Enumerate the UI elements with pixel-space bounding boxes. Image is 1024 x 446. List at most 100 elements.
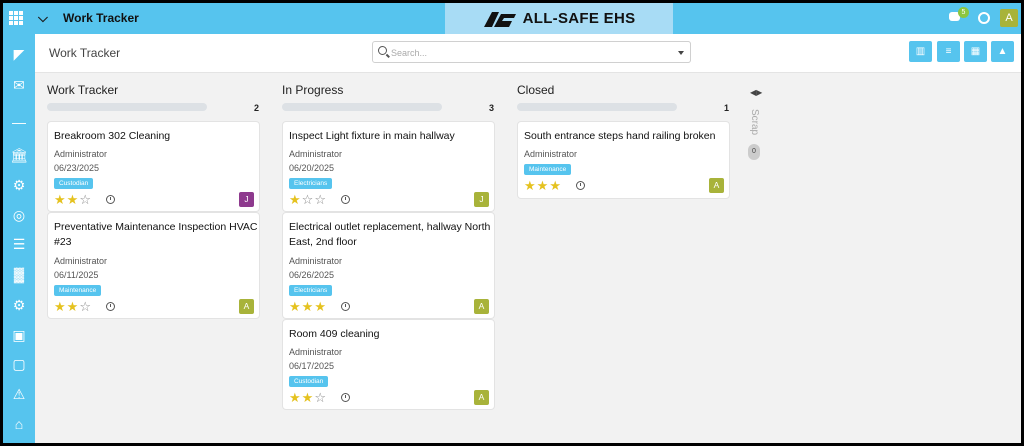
inbox-icon[interactable]: ✉ xyxy=(10,77,28,93)
star-icon: ★ xyxy=(54,192,67,207)
star-icon: ★ xyxy=(536,178,550,193)
gears-icon[interactable]: ⚙ xyxy=(10,177,28,193)
app-window: ⌵ Work Tracker ALL-SAFE EHS 5 A ◤ ✉ — 🏛︎… xyxy=(3,3,1021,443)
card-date: 06/20/2025 xyxy=(289,163,335,173)
star-rating[interactable]: ★★★ xyxy=(289,300,327,313)
clock-icon[interactable] xyxy=(106,195,115,204)
column-title: In Progress xyxy=(282,83,344,97)
brand-name: ALL-SAFE EHS xyxy=(522,10,636,27)
card-tag: Electricians xyxy=(289,285,333,296)
card-title: Breakroom 302 Cleaning xyxy=(54,130,171,142)
card-tag: Maintenance xyxy=(524,164,572,175)
top-bar: ⌵ Work Tracker ALL-SAFE EHS 5 A xyxy=(3,3,1021,34)
card-owner: Administrator xyxy=(289,149,343,159)
column-progress-bar xyxy=(47,103,207,111)
column-count: 3 xyxy=(489,103,495,113)
assignee-avatar[interactable]: A xyxy=(474,299,489,314)
sidebar: ◤ ✉ — 🏛︎ ⚙ ◎ ☰ ▓ ⚙ ▣ ▢ ⚠ ⌂ xyxy=(3,34,35,443)
card-date: 06/23/2025 xyxy=(54,163,100,173)
star-icon: ★ xyxy=(289,299,302,314)
card-owner: Administrator xyxy=(289,256,343,266)
star-icon: ★ xyxy=(549,178,562,193)
search-box[interactable] xyxy=(372,41,691,63)
work-card[interactable]: Electrical outlet replacement, hallway N… xyxy=(282,212,495,319)
calendar-view-button[interactable]: ▦ xyxy=(964,41,987,62)
card-date: 06/26/2025 xyxy=(289,270,335,280)
work-card[interactable]: Preventative Maintenance Inspection HVAC… xyxy=(47,212,260,319)
app-title: Work Tracker xyxy=(63,11,139,25)
search-input[interactable] xyxy=(391,45,671,60)
assignee-avatar[interactable]: J xyxy=(474,192,489,207)
star-outline-icon: ☆ xyxy=(79,192,92,207)
assignee-avatar[interactable]: A xyxy=(709,178,724,193)
star-icon: ★ xyxy=(54,299,67,314)
star-icon: ★ xyxy=(289,192,302,207)
search-dropdown-button[interactable] xyxy=(672,41,691,63)
list-view-button[interactable]: ≡ xyxy=(937,41,960,62)
card-tag: Custodian xyxy=(54,178,94,189)
work-card[interactable]: Room 409 cleaning Administrator 06/17/20… xyxy=(282,319,495,410)
card-title: Electrical outlet replacement, hallway N… xyxy=(289,221,491,248)
star-icon: ★ xyxy=(314,299,327,314)
card-owner: Administrator xyxy=(54,256,108,266)
star-rating[interactable]: ★☆☆ xyxy=(289,193,327,206)
bank-icon[interactable]: ⌂ xyxy=(10,416,28,432)
star-icon: ★ xyxy=(301,390,315,405)
assignee-avatar[interactable]: J xyxy=(239,192,254,207)
work-card[interactable]: Breakroom 302 Cleaning Administrator 06/… xyxy=(47,121,260,212)
brand-banner: ALL-SAFE EHS xyxy=(445,3,673,34)
search-icon xyxy=(378,46,387,55)
scrap-count-badge: 0 xyxy=(748,144,760,160)
target-icon[interactable]: ◎ xyxy=(10,207,28,223)
star-rating[interactable]: ★★☆ xyxy=(289,391,327,404)
star-outline-icon: ☆ xyxy=(79,299,92,314)
star-rating[interactable]: ★★★ xyxy=(524,179,562,192)
user-avatar[interactable]: A xyxy=(1000,9,1018,27)
clock-icon[interactable] xyxy=(978,12,990,24)
column-title: Closed xyxy=(517,83,555,97)
card-tag: Custodian xyxy=(289,376,329,387)
chart-icon[interactable]: ▓ xyxy=(10,266,28,282)
star-icon: ★ xyxy=(66,192,80,207)
logo-icon[interactable]: ◤ xyxy=(10,46,28,62)
star-icon: ★ xyxy=(289,390,302,405)
minus-icon[interactable]: — xyxy=(10,114,28,130)
assignee-avatar[interactable]: A xyxy=(239,299,254,314)
gear-icon[interactable]: ⚙ xyxy=(10,297,28,313)
card-tag: Maintenance xyxy=(54,285,102,296)
board-view-button[interactable]: ▥ xyxy=(909,41,932,62)
apps-grid-icon[interactable] xyxy=(9,11,23,25)
chat-count-badge: 5 xyxy=(958,7,969,18)
scrap-column-label[interactable]: Scrap xyxy=(749,109,760,135)
chevron-down-icon[interactable]: ⌵ xyxy=(38,10,48,26)
expand-arrows-icon[interactable]: ◀▶ xyxy=(750,88,762,97)
id-card-icon[interactable]: ▣ xyxy=(10,327,28,343)
card-date: 06/11/2025 xyxy=(54,270,99,280)
clock-icon[interactable] xyxy=(341,195,350,204)
clock-icon[interactable] xyxy=(341,393,350,402)
report-icon[interactable]: ☰ xyxy=(10,236,28,252)
star-rating[interactable]: ★★☆ xyxy=(54,300,92,313)
monitor-icon[interactable]: ▢ xyxy=(10,356,28,372)
clock-icon[interactable] xyxy=(106,302,115,311)
card-owner: Administrator xyxy=(289,347,343,357)
subheader: Work Tracker ▥ ≡ ▦ ▲ xyxy=(35,34,1021,73)
chart-view-button[interactable]: ▲ xyxy=(991,41,1014,62)
work-card[interactable]: Inspect Light fixture in main hallway Ad… xyxy=(282,121,495,212)
star-rating[interactable]: ★★☆ xyxy=(54,193,92,206)
card-title: Preventative Maintenance Inspection HVAC… xyxy=(54,221,258,248)
card-date: 06/17/2025 xyxy=(289,361,335,371)
clock-icon[interactable] xyxy=(341,302,350,311)
star-icon: ★ xyxy=(66,299,80,314)
star-outline-icon: ☆ xyxy=(301,192,315,207)
card-title: Room 409 cleaning xyxy=(289,328,380,340)
assignee-avatar[interactable]: A xyxy=(474,390,489,405)
building-icon[interactable]: 🏛︎ xyxy=(10,147,28,163)
clock-icon[interactable] xyxy=(576,181,585,190)
column-progress-bar xyxy=(517,103,677,111)
work-card[interactable]: South entrance steps hand railing broken… xyxy=(517,121,730,199)
alert-icon[interactable]: ⚠ xyxy=(10,386,28,402)
brand-logo-icon xyxy=(483,11,516,27)
card-owner: Administrator xyxy=(524,149,578,159)
card-owner: Administrator xyxy=(54,149,108,159)
